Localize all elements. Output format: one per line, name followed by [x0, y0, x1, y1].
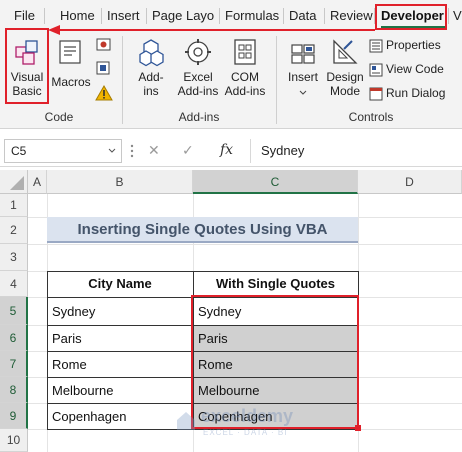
- enter-icon[interactable]: ✓: [182, 142, 194, 159]
- column-header-b[interactable]: B: [47, 170, 193, 194]
- table-cell-city[interactable]: Copenhagen: [48, 404, 192, 429]
- relative-references-icon[interactable]: [95, 60, 113, 78]
- column-header-a[interactable]: A: [28, 170, 47, 194]
- design-mode-label: Design: [326, 70, 364, 84]
- formula-input[interactable]: Sydney: [250, 139, 458, 163]
- run-dialog-icon: [369, 87, 383, 101]
- watermark-brand: exceldemy: [201, 406, 294, 426]
- sheet-title[interactable]: Inserting Single Quotes Using VBA: [47, 217, 358, 243]
- design-mode-label-2: Mode: [329, 84, 361, 98]
- row-header-10[interactable]: 10: [0, 429, 28, 452]
- code-group-label: Code: [44, 110, 74, 124]
- excel-add-ins-label: Excel: [183, 70, 213, 84]
- row-header-6[interactable]: 6: [0, 325, 28, 351]
- row-header-8[interactable]: 8: [0, 377, 28, 403]
- row-header-7[interactable]: 7: [0, 351, 28, 377]
- add-ins-label-2: ins: [143, 84, 159, 98]
- annotation-arrow: [48, 25, 375, 35]
- table-cell-city[interactable]: Paris: [48, 326, 192, 351]
- watermark-logo: exceldemy EXCEL · DATA · BI: [175, 404, 325, 444]
- column-header-c[interactable]: C: [193, 170, 358, 194]
- controls-group-label: Controls: [348, 110, 394, 124]
- macro-security-icon[interactable]: [95, 84, 113, 102]
- excel-window: File Home Insert Page Layo Formulas Data…: [0, 0, 462, 452]
- com-add-ins-label: COM: [231, 70, 259, 84]
- view-code-button[interactable]: View Code: [369, 59, 444, 79]
- name-box-dropdown-icon[interactable]: [108, 148, 116, 153]
- row-header-3[interactable]: 3: [0, 244, 28, 271]
- row-header-4[interactable]: 4: [0, 271, 28, 297]
- name-box[interactable]: C5: [4, 139, 122, 163]
- formula-controls: ✕ ✓ fx: [140, 139, 240, 163]
- formula-bar: C5 ✕ ✓ fx Sydney: [0, 133, 462, 167]
- gridline: [28, 244, 462, 245]
- excel-add-ins-label-2: Add-ins: [177, 84, 219, 98]
- row-header-2[interactable]: 2: [0, 217, 28, 244]
- insert-function-icon[interactable]: fx: [220, 142, 233, 158]
- view-code-label: View Code: [386, 62, 444, 76]
- row-header-5[interactable]: 5: [0, 297, 28, 325]
- select-all-triangle-icon: [10, 176, 24, 190]
- run-dialog-button[interactable]: Run Dialog: [369, 83, 445, 103]
- com-add-ins-label-2: Add-ins: [224, 84, 266, 98]
- view-code-icon: [369, 63, 383, 77]
- select-all-button[interactable]: [0, 170, 28, 194]
- more-options-icon: [130, 144, 134, 158]
- run-dialog-label: Run Dialog: [386, 86, 446, 100]
- macros-label: Macros: [51, 75, 91, 89]
- add-ins-label: Add-: [138, 70, 164, 84]
- table-cell-city[interactable]: Melbourne: [48, 378, 192, 403]
- add-ins-group-label: Add-ins: [178, 110, 220, 124]
- watermark-tagline: EXCEL · DATA · BI: [203, 428, 288, 437]
- cancel-icon[interactable]: ✕: [148, 142, 160, 159]
- row-header-9[interactable]: 9: [0, 403, 28, 429]
- chevron-down-icon: [299, 90, 307, 95]
- row-header-1[interactable]: 1: [0, 194, 28, 217]
- watermark-house-icon: [177, 412, 195, 430]
- table-cell-city[interactable]: Sydney: [48, 298, 192, 325]
- table-cell-city[interactable]: Rome: [48, 352, 192, 377]
- insert-control-label: Insert: [287, 70, 318, 84]
- fill-handle[interactable]: [355, 425, 361, 431]
- column-header-d[interactable]: D: [358, 170, 462, 194]
